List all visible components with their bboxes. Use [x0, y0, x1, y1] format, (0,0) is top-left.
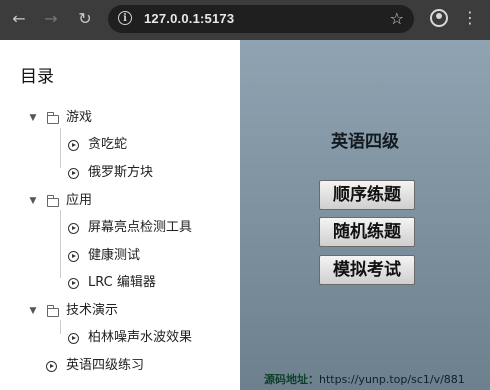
- folder-icon: [47, 305, 59, 317]
- footer-url[interactable]: https://yunp.top/sc1/v/881: [319, 373, 465, 386]
- tree-item-cet4[interactable]: 英语四级练习: [46, 354, 226, 378]
- page-title: 英语四级: [331, 132, 399, 152]
- tree-group-tech-demo[interactable]: ▼ 技术演示: [28, 299, 228, 323]
- tree-item-label: 俄罗斯方块: [88, 165, 154, 180]
- source-footer: 源码地址：https://yunp.top/sc1/v/881: [264, 371, 465, 387]
- forward-arrow-icon[interactable]: →: [40, 8, 62, 30]
- tree-guide-line: [60, 128, 61, 168]
- tree-item-lrc-editor[interactable]: LRC 编辑器: [68, 271, 228, 295]
- play-circle-icon: [68, 168, 79, 179]
- tree-guide-line: [60, 210, 61, 278]
- play-circle-icon: [68, 333, 79, 344]
- tree-item-snake[interactable]: 贪吃蛇: [68, 133, 228, 157]
- play-circle-icon: [68, 140, 79, 151]
- browser-menu-icon[interactable]: ⋮: [462, 7, 478, 29]
- tree-item-label: 健康测试: [88, 248, 141, 263]
- sidebar-title: 目录: [20, 67, 54, 87]
- play-circle-icon: [68, 251, 79, 262]
- url-text[interactable]: 127.0.0.1:5173: [144, 11, 234, 26]
- tree-item-perlin-water[interactable]: 柏林噪声水波效果: [68, 326, 233, 350]
- play-circle-icon: [46, 361, 57, 372]
- tree-group-games[interactable]: ▼ 游戏: [28, 106, 228, 130]
- site-info-icon[interactable]: i: [118, 11, 132, 25]
- mock-exam-button[interactable]: 模拟考试: [319, 255, 415, 285]
- sequential-practice-button[interactable]: 顺序练题: [319, 180, 415, 210]
- reload-icon[interactable]: ↻: [74, 8, 96, 30]
- tree-item-label: 贪吃蛇: [88, 137, 128, 152]
- caret-down-icon[interactable]: ▼: [28, 299, 38, 323]
- caret-down-icon[interactable]: ▼: [28, 106, 38, 130]
- tree-item-screen-test[interactable]: 屏幕亮点检测工具: [68, 216, 233, 240]
- tree-group-apps[interactable]: ▼ 应用: [28, 189, 228, 213]
- back-arrow-icon[interactable]: ←: [8, 8, 30, 30]
- sidebar: 目录 ▼ 游戏 贪吃蛇 俄罗斯方块 ▼ 应用 屏幕亮点检测工具 健康测试 LRC…: [0, 40, 240, 390]
- folder-icon: [47, 195, 59, 207]
- tree-item-label: 英语四级练习: [66, 358, 145, 373]
- tree-item-label: LRC 编辑器: [88, 275, 156, 290]
- play-circle-icon: [68, 223, 79, 234]
- random-practice-button[interactable]: 随机练题: [319, 217, 415, 247]
- tree-item-health-test[interactable]: 健康测试: [68, 244, 228, 268]
- play-circle-icon: [68, 278, 79, 289]
- tree-group-label: 应用: [66, 193, 93, 208]
- tree-item-label: 屏幕亮点检测工具: [88, 220, 193, 235]
- tree-group-label: 技术演示: [66, 303, 119, 318]
- tree-group-label: 游戏: [66, 110, 93, 125]
- browser-toolbar: ← → ↻ i 127.0.0.1:5173 ☆ ⋮: [0, 0, 490, 40]
- folder-icon: [47, 112, 59, 124]
- tree-item-label: 柏林噪声水波效果: [88, 330, 193, 345]
- address-bar[interactable]: i 127.0.0.1:5173 ☆: [108, 5, 414, 33]
- profile-icon[interactable]: [430, 9, 448, 27]
- bookmark-star-icon[interactable]: ☆: [390, 9, 404, 28]
- caret-down-icon[interactable]: ▼: [28, 189, 38, 213]
- main-content: 英语四级 顺序练题 随机练题 模拟考试 源码地址：https://yunp.to…: [240, 40, 490, 390]
- footer-label: 源码地址：: [264, 373, 319, 386]
- tree-item-tetris[interactable]: 俄罗斯方块: [68, 161, 228, 185]
